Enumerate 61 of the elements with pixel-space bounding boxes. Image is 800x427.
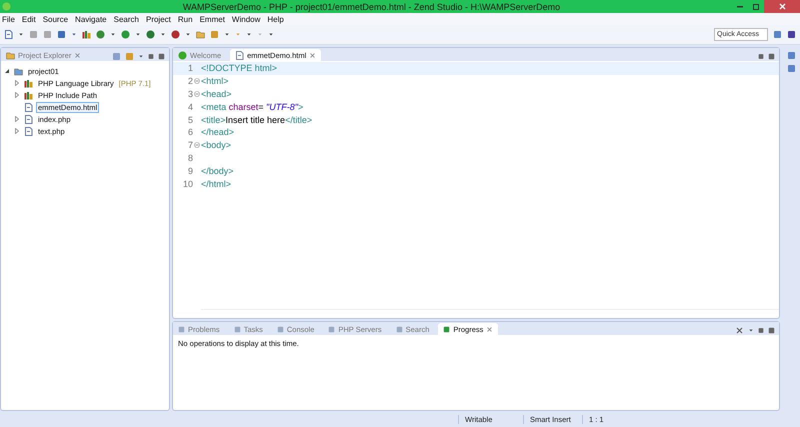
fold-icon[interactable] — [194, 78, 200, 84]
new-file-icon — [4, 30, 13, 39]
close-icon — [74, 50, 82, 60]
line-number: 7 — [186, 140, 193, 150]
menu-item[interactable]: Navigate — [75, 14, 107, 24]
code-text: <meta — [201, 102, 226, 112]
code-text: "UTF-8" — [266, 102, 298, 112]
fold-icon[interactable] — [194, 142, 200, 148]
expanded-arrow-icon[interactable] — [4, 68, 10, 74]
close-icon — [778, 3, 786, 10]
menu-item[interactable]: Run — [178, 14, 193, 24]
window-title: WAMPServerDemo - PHP - project01/emmetDemo.html - Zend Studio - H:\WAMPServerDemo — [182, 2, 562, 12]
close-button[interactable] — [764, 0, 800, 13]
code-text: <title> — [201, 114, 226, 125]
code-text: <!DOCTYPE html> — [201, 63, 278, 74]
code-text: = — [258, 102, 265, 112]
menu-item[interactable]: Source — [42, 14, 68, 24]
line-number: 1 — [186, 63, 193, 74]
collapsed-arrow-icon[interactable] — [14, 92, 20, 98]
code-text: > — [298, 102, 304, 112]
code-text: <html> — [201, 76, 229, 86]
line-number: 4 — [186, 102, 193, 112]
file-icon — [24, 102, 33, 112]
line-number: 5 — [186, 114, 193, 125]
menu-item[interactable]: Emmet — [200, 14, 225, 24]
code-text: charset — [228, 102, 258, 112]
line-number: 6 — [186, 127, 193, 138]
app-logo-icon — [2, 2, 11, 11]
open-folder-icon — [196, 30, 205, 39]
menu-item[interactable]: Window — [232, 14, 260, 24]
menu-item[interactable]: Project — [146, 14, 171, 24]
file-icon — [235, 50, 244, 60]
code-text: <body> — [201, 140, 232, 150]
collapsed-arrow-icon[interactable] — [14, 116, 20, 122]
chart-icon — [82, 30, 91, 39]
code-text: Insert title here — [226, 114, 286, 125]
line-number: 2 — [186, 76, 193, 86]
file-icon — [24, 114, 33, 124]
restore-icon — [752, 3, 760, 10]
remove-icon — [735, 326, 744, 335]
menu-item[interactable]: Edit — [22, 14, 36, 24]
books-icon — [24, 78, 33, 88]
menu-item[interactable]: Search — [114, 14, 139, 24]
line-number: 9 — [186, 166, 193, 176]
file-icon — [24, 126, 33, 136]
menu-item[interactable]: File — [2, 14, 15, 24]
collapsed-arrow-icon[interactable] — [14, 128, 20, 134]
fold-icon[interactable] — [194, 90, 200, 97]
code-text: </head> — [201, 127, 234, 138]
code-text: </title> — [285, 114, 312, 125]
code-text: <head> — [201, 88, 232, 99]
close-icon — [309, 50, 316, 60]
line-number: 3 — [186, 88, 193, 99]
menu-item[interactable]: Help — [267, 14, 284, 24]
close-icon — [486, 324, 494, 334]
line-number: 10 — [182, 178, 193, 189]
code-text: </html> — [201, 178, 232, 189]
code-text: </body> — [201, 166, 234, 176]
books-icon — [24, 90, 33, 100]
collapsed-arrow-icon[interactable] — [14, 80, 20, 86]
line-number: 8 — [186, 152, 193, 163]
